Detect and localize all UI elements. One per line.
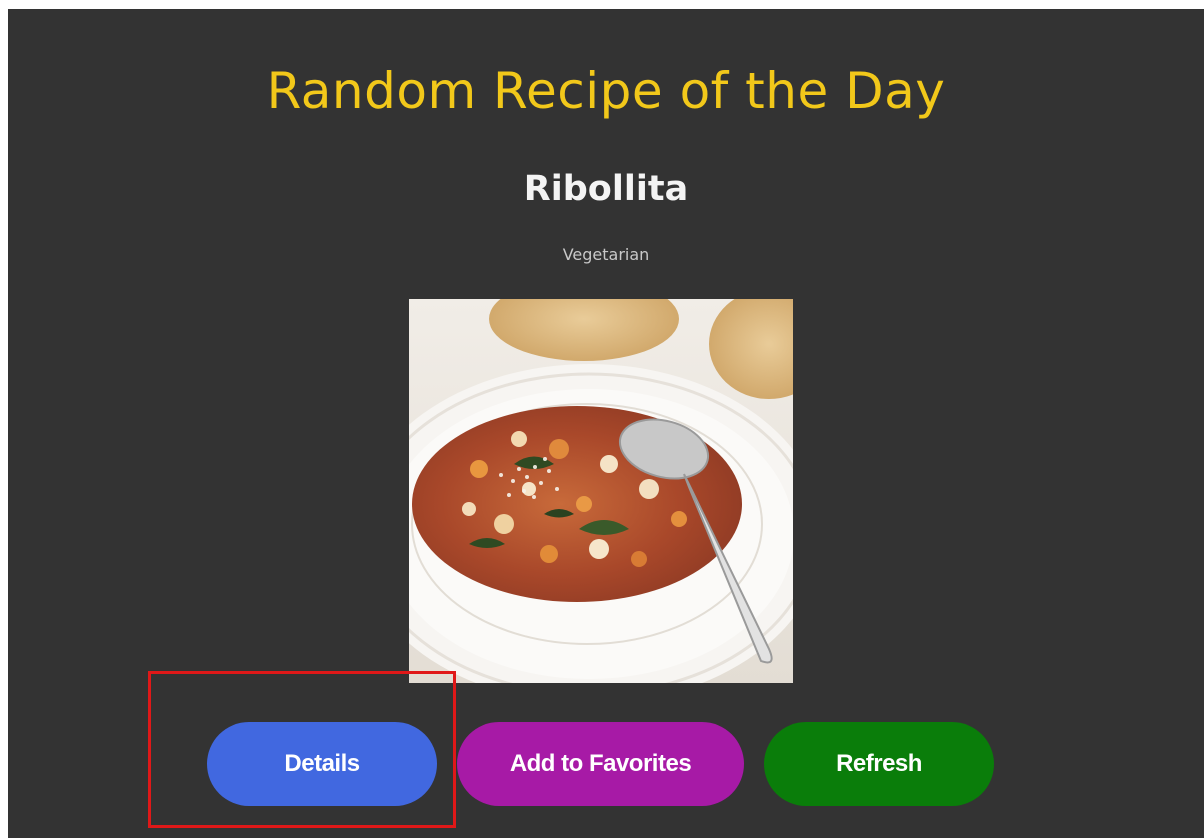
soup-bowl-illustration [409,299,793,683]
add-to-favorites-button[interactable]: Add to Favorites [457,722,744,806]
recipe-image [409,299,793,683]
recipe-name: Ribollita [523,169,689,209]
details-button[interactable]: Details [207,722,437,806]
recipe-category: Vegetarian [562,245,650,264]
page-title: Random Recipe of the Day [266,62,946,120]
refresh-button[interactable]: Refresh [764,722,994,806]
app-panel: Random Recipe of the Day Ribollita Veget… [8,9,1204,838]
